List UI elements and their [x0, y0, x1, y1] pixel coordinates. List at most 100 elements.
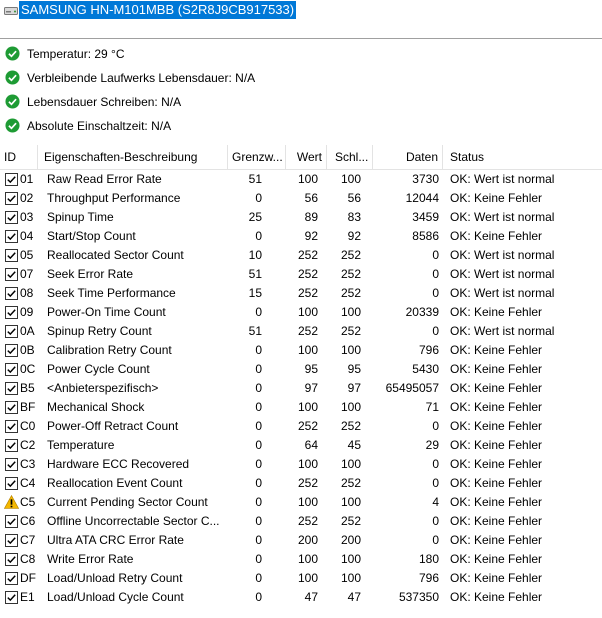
cell-id: E1 — [20, 590, 35, 604]
table-row[interactable]: E1 Load/Unload Cycle Count 0 47 47 53735… — [0, 588, 602, 607]
checkbox-checked-icon[interactable] — [5, 477, 18, 490]
cell-description: Spinup Retry Count — [47, 324, 152, 338]
checkbox-checked-icon[interactable] — [5, 401, 18, 414]
cell-threshold: 51 — [248, 172, 262, 186]
cell-worst: 92 — [347, 229, 361, 243]
table-row[interactable]: C5 Current Pending Sector Count 0 100 10… — [0, 493, 602, 512]
checkbox-checked-icon[interactable] — [5, 439, 18, 452]
cell-threshold: 0 — [255, 533, 262, 547]
checkbox-checked-icon[interactable] — [5, 363, 18, 376]
table-row[interactable]: DF Load/Unload Retry Count 0 100 100 796… — [0, 569, 602, 588]
cell-status: OK: Keine Fehler — [450, 362, 543, 376]
cell-status: OK: Keine Fehler — [450, 533, 543, 547]
cell-data: 8586 — [412, 229, 439, 243]
table-row[interactable]: 01 Raw Read Error Rate 51 100 100 3730 O… — [0, 170, 602, 189]
table-row[interactable]: 08 Seek Time Performance 15 252 252 0 OK… — [0, 284, 602, 303]
table-row[interactable]: B5 <Anbieterspezifisch> 0 97 97 65495057… — [0, 379, 602, 398]
checkbox-checked-icon[interactable] — [5, 515, 18, 528]
cell-description: Start/Stop Count — [47, 229, 136, 243]
cell-description: Throughput Performance — [47, 191, 181, 205]
cell-value: 200 — [297, 533, 318, 547]
table-row[interactable]: C7 Ultra ATA CRC Error Rate 0 200 200 0 … — [0, 531, 602, 550]
table-row[interactable]: 05 Reallocated Sector Count 10 252 252 0… — [0, 246, 602, 265]
table-row[interactable]: C2 Temperature 0 64 45 29 OK: Keine Fehl… — [0, 436, 602, 455]
cell-data: 0 — [432, 533, 439, 547]
table-row[interactable]: 04 Start/Stop Count 0 92 92 8586 OK: Kei… — [0, 227, 602, 246]
table-row[interactable]: C8 Write Error Rate 0 100 100 180 OK: Ke… — [0, 550, 602, 569]
column-header-value[interactable]: Wert — [286, 145, 327, 169]
checkbox-checked-icon[interactable] — [5, 249, 18, 262]
cell-worst: 100 — [340, 400, 361, 414]
table-header: ID Eigenschaften-Beschreibung Grenzw... … — [0, 145, 602, 170]
table-row[interactable]: C4 Reallocation Event Count 0 252 252 0 … — [0, 474, 602, 493]
table-row[interactable]: 07 Seek Error Rate 51 252 252 0 OK: Wert… — [0, 265, 602, 284]
column-header-id[interactable]: ID — [0, 145, 38, 169]
cell-data: 0 — [432, 476, 439, 490]
checkbox-checked-icon[interactable] — [5, 192, 18, 205]
cell-value: 252 — [297, 267, 318, 281]
cell-status: OK: Keine Fehler — [450, 229, 543, 243]
cell-threshold: 15 — [248, 286, 262, 300]
checkbox-checked-icon[interactable] — [5, 173, 18, 186]
checkbox-checked-icon[interactable] — [5, 591, 18, 604]
cell-status: OK: Wert ist normal — [450, 210, 555, 224]
cell-threshold: 10 — [248, 248, 262, 262]
cell-id: 07 — [20, 267, 34, 281]
cell-value: 252 — [297, 514, 318, 528]
checkbox-checked-icon[interactable] — [5, 325, 18, 338]
cell-value: 100 — [297, 400, 318, 414]
cell-id: 01 — [20, 172, 34, 186]
table-row[interactable]: 0A Spinup Retry Count 51 252 252 0 OK: W… — [0, 322, 602, 341]
cell-description: Reallocation Event Count — [47, 476, 183, 490]
checkbox-checked-icon[interactable] — [5, 268, 18, 281]
checkbox-checked-icon[interactable] — [5, 458, 18, 471]
cell-status: OK: Keine Fehler — [450, 305, 543, 319]
table-row[interactable]: C0 Power-Off Retract Count 0 252 252 0 O… — [0, 417, 602, 436]
checkbox-checked-icon[interactable] — [5, 420, 18, 433]
cell-description: Mechanical Shock — [47, 400, 145, 414]
checkbox-checked-icon[interactable] — [5, 306, 18, 319]
table-row[interactable]: BF Mechanical Shock 0 100 100 71 OK: Kei… — [0, 398, 602, 417]
column-header-description[interactable]: Eigenschaften-Beschreibung — [38, 145, 228, 169]
cell-threshold: 51 — [248, 324, 262, 338]
cell-worst: 252 — [340, 324, 361, 338]
cell-id: C2 — [20, 438, 36, 452]
cell-worst: 56 — [347, 191, 361, 205]
table-row[interactable]: 0C Power Cycle Count 0 95 95 5430 OK: Ke… — [0, 360, 602, 379]
column-header-worst[interactable]: Schl... — [327, 145, 373, 169]
checkbox-checked-icon[interactable] — [5, 344, 18, 357]
smart-attributes-table: ID Eigenschaften-Beschreibung Grenzw... … — [0, 145, 602, 607]
table-row[interactable]: 03 Spinup Time 25 89 83 3459 OK: Wert is… — [0, 208, 602, 227]
column-header-data[interactable]: Daten — [373, 145, 443, 169]
checkbox-checked-icon[interactable] — [5, 572, 18, 585]
cell-value: 252 — [297, 419, 318, 433]
cell-status: OK: Keine Fehler — [450, 343, 543, 357]
cell-status: OK: Wert ist normal — [450, 267, 555, 281]
checkbox-checked-icon[interactable] — [5, 287, 18, 300]
checkbox-checked-icon[interactable] — [5, 534, 18, 547]
column-header-threshold[interactable]: Grenzw... — [228, 145, 286, 169]
drive-name-selected[interactable]: SAMSUNG HN-M101MBB (S2R8J9CB917533) — [19, 1, 297, 19]
table-row[interactable]: 09 Power-On Time Count 0 100 100 20339 O… — [0, 303, 602, 322]
summary-label: Absolute Einschaltzeit: N/A — [27, 119, 172, 133]
cell-data: 71 — [425, 400, 439, 414]
cell-threshold: 0 — [255, 571, 262, 585]
checkbox-checked-icon[interactable] — [5, 553, 18, 566]
table-row[interactable]: C3 Hardware ECC Recovered 0 100 100 0 OK… — [0, 455, 602, 474]
table-row[interactable]: C6 Offline Uncorrectable Sector C... 0 2… — [0, 512, 602, 531]
cell-description: <Anbieterspezifisch> — [47, 381, 159, 395]
cell-data: 537350 — [398, 590, 439, 604]
cell-value: 56 — [304, 191, 318, 205]
checkbox-checked-icon[interactable] — [5, 211, 18, 224]
cell-status: OK: Keine Fehler — [450, 400, 543, 414]
table-row[interactable]: 0B Calibration Retry Count 0 100 100 796… — [0, 341, 602, 360]
cell-worst: 47 — [347, 590, 361, 604]
cell-worst: 100 — [340, 172, 361, 186]
checkbox-checked-icon[interactable] — [5, 382, 18, 395]
cell-threshold: 0 — [255, 362, 262, 376]
cell-value: 89 — [304, 210, 318, 224]
table-row[interactable]: 02 Throughput Performance 0 56 56 12044 … — [0, 189, 602, 208]
checkbox-checked-icon[interactable] — [5, 230, 18, 243]
cell-status: OK: Keine Fehler — [450, 419, 543, 433]
column-header-status[interactable]: Status — [443, 145, 602, 169]
